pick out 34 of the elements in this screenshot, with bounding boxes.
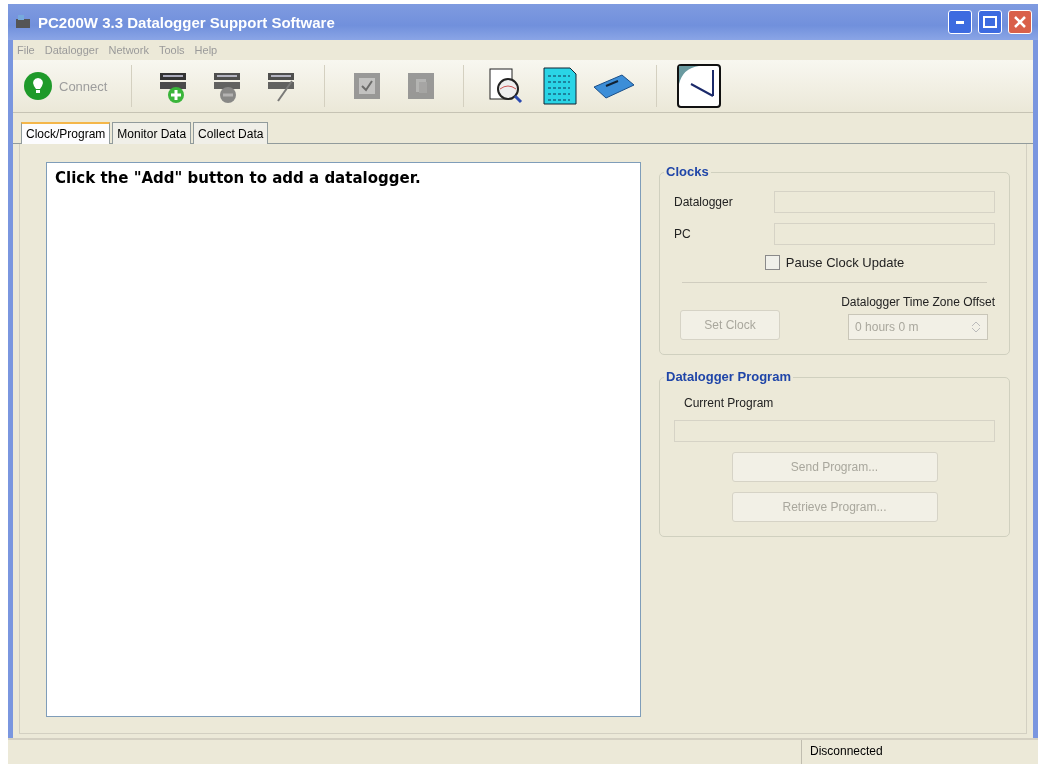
tab[interactable]: Collect Data: [193, 122, 269, 144]
close-icon: [1014, 16, 1026, 28]
menu-item[interactable]: Datalogger: [44, 44, 99, 56]
card-icon: [592, 71, 637, 101]
checkmark-icon: [354, 73, 381, 99]
group-title: Clocks: [664, 164, 711, 179]
clock-icon: [677, 64, 722, 108]
menu-item[interactable]: Network: [108, 44, 149, 56]
group-title: Datalogger Program: [664, 369, 793, 384]
instruction-text: Click the "Add" button to add a datalogger.: [55, 169, 421, 187]
menu-item[interactable]: Help: [194, 44, 218, 56]
minimize-button[interactable]: [948, 10, 972, 34]
maximize-icon: [983, 16, 997, 28]
tab[interactable]: Monitor Data: [112, 122, 192, 144]
window-title: PC200W 3.3 Datalogger Support Software: [38, 13, 335, 31]
maximize-button[interactable]: [978, 10, 1002, 34]
field-label: Datalogger Time Zone Offset: [841, 295, 995, 309]
data-file-icon: [542, 66, 579, 106]
lightbulb-icon: [23, 71, 53, 101]
close-button[interactable]: [1008, 10, 1032, 34]
status-text: Disconnected: [801, 740, 1038, 764]
field-label: Datalogger: [674, 195, 734, 209]
document-icon: [408, 73, 435, 99]
offset-spinner[interactable]: 0 hours 0 m: [848, 314, 989, 340]
magnifier-report-icon: [488, 67, 525, 105]
pause-clock-checkbox[interactable]: Pause Clock Update: [764, 255, 905, 270]
field-label: Current Program: [684, 396, 775, 410]
menu-item[interactable]: File: [17, 44, 35, 56]
menu-item[interactable]: Tools: [158, 44, 185, 56]
app-icon: [14, 13, 32, 31]
field-label: PC: [674, 227, 692, 241]
toolbar-button[interactable]: [677, 66, 722, 106]
minimize-icon: [956, 20, 964, 24]
tab[interactable]: Clock/Program: [21, 122, 111, 144]
